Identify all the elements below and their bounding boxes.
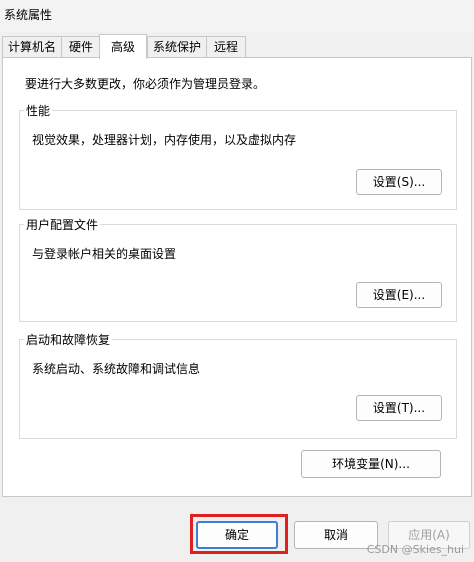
performance-settings-button[interactable]: 设置(S)... (356, 169, 442, 195)
tab-system-protection[interactable]: 系统保护 (147, 36, 207, 57)
startup-recovery-group-title: 启动和故障恢复 (24, 331, 113, 348)
system-properties-window: 系统属性 计算机名 硬件 高级 系统保护 远程 要进行大多数更改，你必须作为管理… (0, 0, 474, 562)
user-profiles-group-title: 用户配置文件 (24, 216, 101, 233)
window-title: 系统属性 (4, 8, 53, 22)
advanced-panel: 要进行大多数更改，你必须作为管理员登录。 性能 视觉效果，处理器计划，内存使用，… (2, 57, 472, 497)
environment-variables-button[interactable]: 环境变量(N)... (301, 450, 441, 478)
performance-group-title: 性能 (24, 102, 53, 119)
startup-recovery-description: 系统启动、系统故障和调试信息 (32, 362, 201, 376)
tab-hardware[interactable]: 硬件 (61, 36, 101, 57)
user-profiles-settings-button[interactable]: 设置(E)... (356, 282, 442, 308)
user-profiles-description: 与登录帐户相关的桌面设置 (32, 247, 177, 261)
user-profiles-group: 用户配置文件 与登录帐户相关的桌面设置 设置(E)... (19, 216, 457, 322)
tab-computer-name[interactable]: 计算机名 (2, 36, 62, 57)
performance-group: 性能 视觉效果，处理器计划，内存使用，以及虚拟内存 设置(S)... (19, 102, 457, 210)
performance-description: 视觉效果，处理器计划，内存使用，以及虚拟内存 (32, 133, 297, 147)
watermark-text: CSDN @Skies_hui (366, 543, 464, 556)
startup-recovery-group: 启动和故障恢复 系统启动、系统故障和调试信息 设置(T)... (19, 331, 457, 439)
cancel-button[interactable]: 取消 (294, 521, 378, 549)
title-bar[interactable]: 系统属性 (0, 0, 474, 32)
tab-advanced[interactable]: 高级 (99, 34, 147, 59)
tab-strip: 计算机名 硬件 高级 系统保护 远程 (0, 34, 474, 59)
ok-button[interactable]: 确定 (196, 521, 278, 549)
admin-notice: 要进行大多数更改，你必须作为管理员登录。 (25, 77, 266, 91)
startup-recovery-settings-button[interactable]: 设置(T)... (356, 395, 442, 421)
tab-remote[interactable]: 远程 (206, 36, 246, 57)
